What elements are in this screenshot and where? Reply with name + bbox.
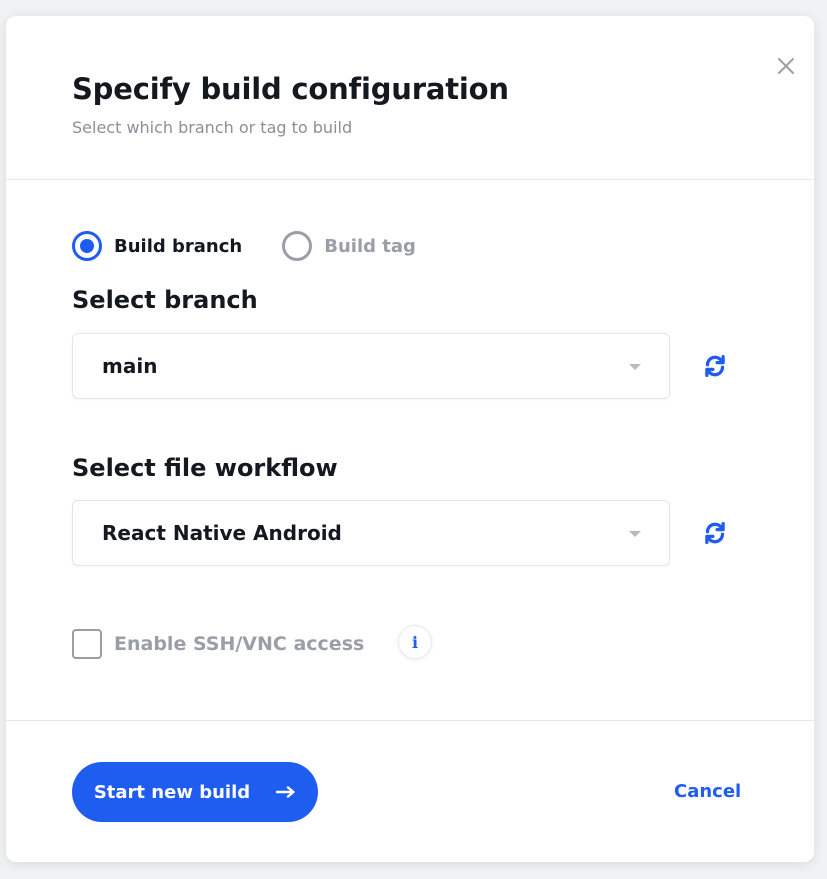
close-button[interactable] <box>774 54 798 78</box>
dialog-header: Specify build configuration Select which… <box>6 16 814 180</box>
ssh-info-button[interactable]: i <box>398 625 432 659</box>
refresh-icon <box>705 355 725 377</box>
refresh-branch-button[interactable] <box>700 351 730 381</box>
select-workflow-label: Select file workflow <box>72 454 338 482</box>
dialog-subtitle: Select which branch or tag to build <box>72 118 353 137</box>
start-new-build-label: Start new build <box>93 781 251 803</box>
cancel-button[interactable]: Cancel <box>674 781 741 802</box>
branch-select[interactable]: main <box>72 333 670 399</box>
info-icon: i <box>411 632 419 652</box>
start-new-build-button[interactable]: Start new build <box>72 762 318 822</box>
refresh-icon <box>705 522 725 544</box>
radio-unchecked-icon <box>282 231 313 261</box>
build-tag-radio[interactable]: Build tag <box>282 231 416 261</box>
branch-select-value: main <box>102 354 158 378</box>
chevron-down-icon <box>629 364 641 370</box>
build-tag-label: Build tag <box>324 235 416 257</box>
dialog-title: Specify build configuration <box>72 72 509 106</box>
ssh-access-checkbox[interactable] <box>72 629 102 659</box>
build-mode-radio-group: Build branch Build tag <box>72 229 416 263</box>
ssh-access-label: Enable SSH/VNC access <box>114 633 365 655</box>
workflow-select[interactable]: React Native Android <box>72 500 670 566</box>
footer-divider <box>6 720 814 721</box>
chevron-down-icon <box>629 531 641 537</box>
build-branch-label: Build branch <box>114 235 243 257</box>
radio-checked-icon <box>72 231 102 261</box>
build-config-dialog: Specify build configuration Select which… <box>6 16 814 862</box>
workflow-select-value: React Native Android <box>102 521 342 545</box>
arrow-right-icon <box>276 786 295 798</box>
refresh-workflow-button[interactable] <box>700 518 730 548</box>
build-branch-radio[interactable]: Build branch <box>72 231 242 261</box>
close-icon <box>778 58 794 74</box>
select-branch-label: Select branch <box>72 286 258 314</box>
ssh-access-row: Enable SSH/VNC access <box>72 628 364 660</box>
